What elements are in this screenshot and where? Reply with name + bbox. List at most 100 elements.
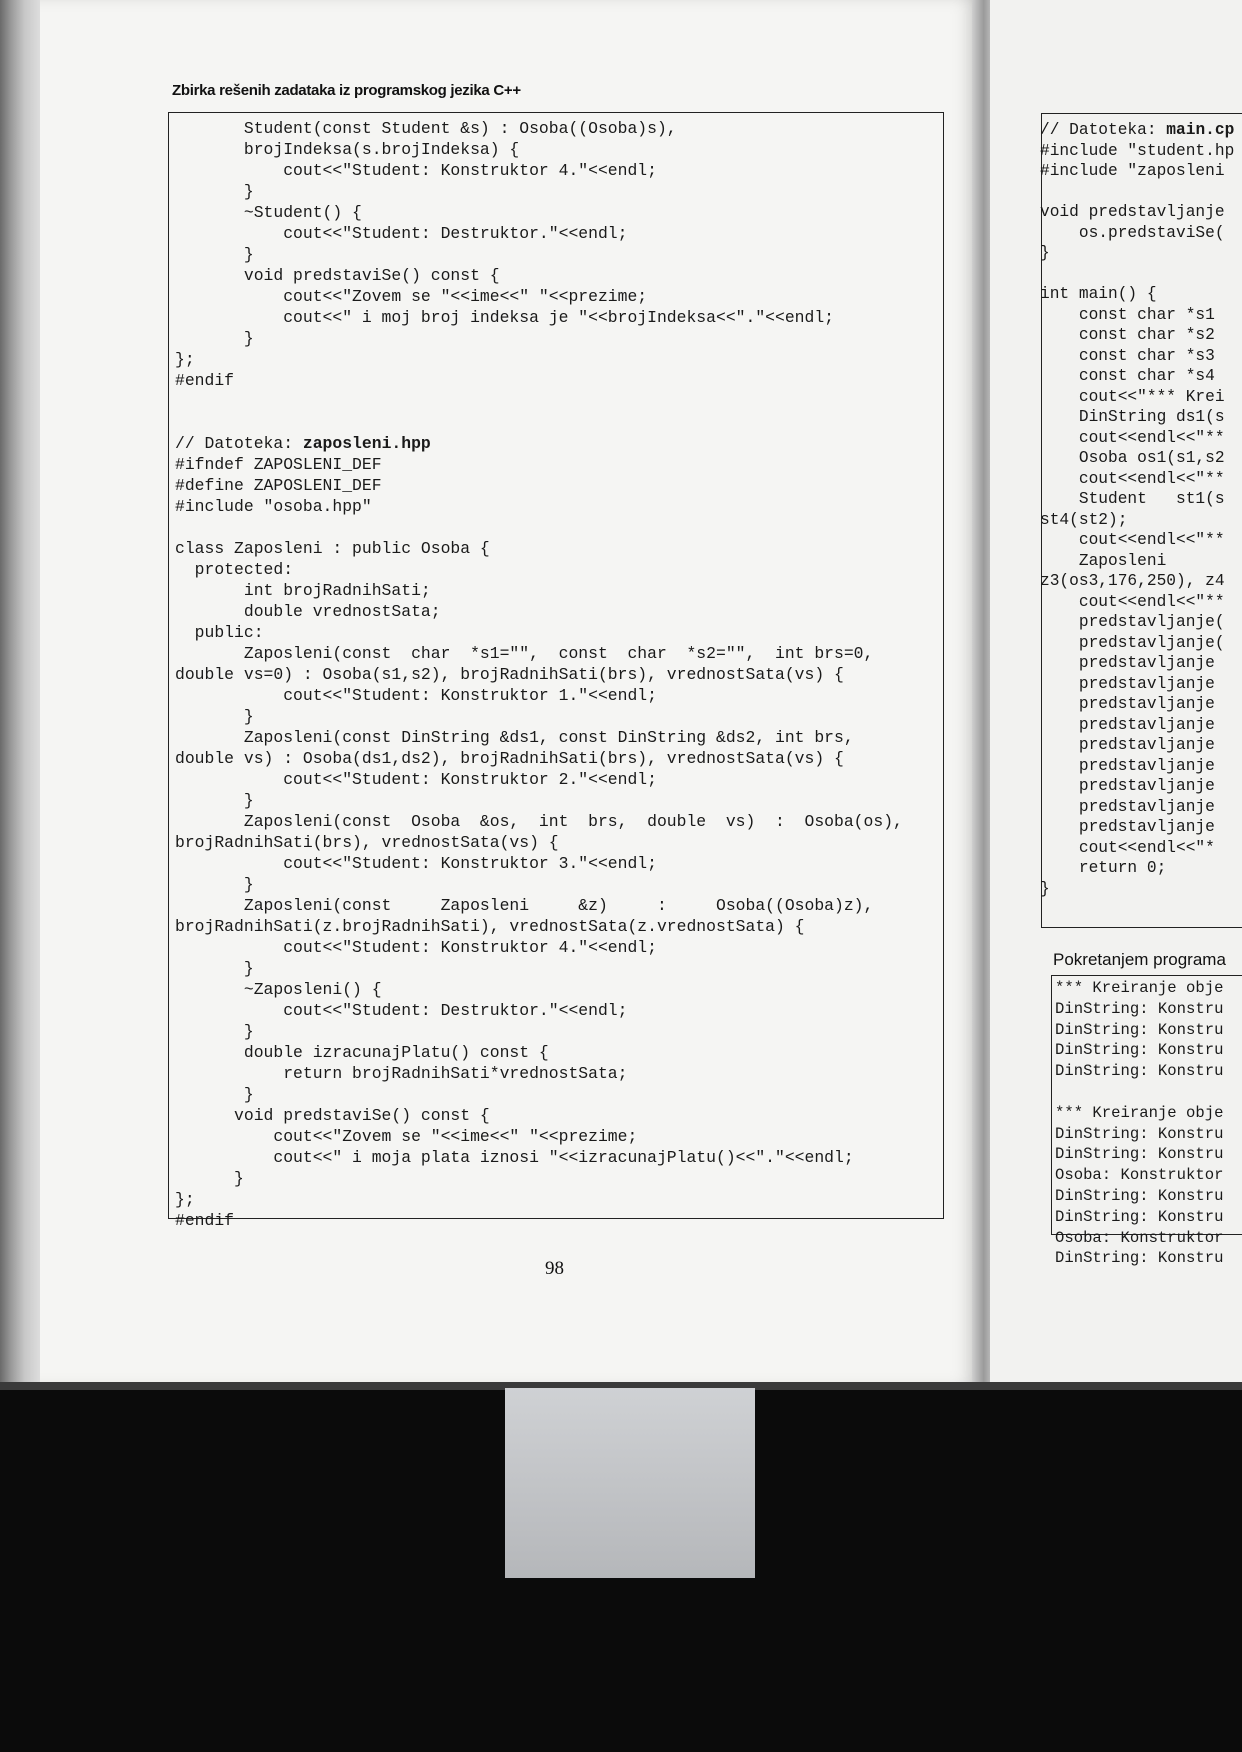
code-line: double izracunajPlatu() const { [175,1043,549,1062]
output-line: DinString: Konstru [1055,1041,1224,1060]
run-heading: Pokretanjem programa [1053,950,1226,969]
code-line: predstavljanje [1040,736,1215,754]
output-line: *** Kreiranje obje [1055,1103,1224,1122]
code-line: int brojRadnihSati; [175,581,431,600]
code-line: #endif [175,371,235,390]
code-line: predstavljanje [1040,756,1215,775]
code-line: cout<<" i moja plata iznosi "<<izracunaj… [175,1148,854,1167]
output-line: *** Kreiranje obje [1055,979,1224,997]
code-line: }; [175,1190,195,1209]
code-line: cout<<"Student: Destruktor."<<endl; [175,1001,628,1020]
code-line: // Datoteka: zaposleni.hpp [175,434,431,453]
code-line: } [1040,244,1050,262]
code-line: predstavljanje [1040,777,1215,795]
code-line: cout<<"Zovem se "<<ime<<" "<<prezime; [175,287,648,306]
code-line: st4(st2); [1040,510,1128,529]
code-line: cout<<"Student: Konstruktor 2."<<endl; [175,770,657,789]
code-line: const char *s3 [1040,346,1215,365]
file-name: zaposleni.hpp [302,434,431,453]
code-line: } [175,1022,254,1041]
code-line: }; [175,350,195,369]
code-line: } [175,329,254,348]
code-line: Zaposleni(const Osoba &os, int brs, doub… [175,812,903,831]
output-line: DinString: Konstru [1055,1124,1224,1143]
code-line: cout<<"Student: Destruktor."<<endl; [175,224,628,243]
code-line: cout<<" i moj broj indeksa je "<<brojInd… [175,308,835,327]
code-line: void predstaviSe() const { [175,266,500,285]
code-line: #include "student.hp [1040,141,1235,160]
code-line: cout<<endl<<"* [1040,838,1215,857]
code-line: predstavljanje [1040,674,1215,693]
code-line: cout<<endl<<"** [1040,592,1225,611]
code-line: cout<<"Student: Konstruktor 1."<<endl; [175,686,657,705]
code-line: void predstaviSe() const { [175,1106,490,1125]
code-line: } [175,791,254,810]
code-line: protected: [175,560,294,579]
output-line: DinString: Konstru [1055,999,1224,1018]
code-line: os.predstaviSe( [1040,223,1225,242]
output-line: DinString: Konstru [1055,1186,1224,1205]
code-line: } [1040,879,1050,898]
code-line: // Datoteka: main.cp [1040,121,1235,139]
code-line: double vs=0) : Osoba(s1,s2), brojRadnihS… [175,665,844,684]
output-line: Osoba: Konstruktor [1055,1166,1224,1185]
code-line: cout<<endl<<"** [1040,531,1225,549]
code-line: Zaposleni(const DinString &ds1, const Di… [175,728,854,747]
code-line: #ifndef ZAPOSLENI_DEF [175,455,382,474]
page-number: 98 [545,1258,564,1279]
code-listing-left: Student(const Student &s) : Osoba((Osoba… [175,118,903,1231]
code-line: predstavljanje( [1040,613,1225,631]
code-line: } [175,1169,244,1188]
code-line: public: [175,623,264,642]
code-line: } [175,182,254,201]
output-line: DinString: Konstru [1055,1062,1224,1081]
code-line: #endif [175,1211,235,1230]
code-line: Student(const Student &s) : Osoba((Osoba… [175,119,677,138]
code-line: cout<<"Student: Konstruktor 3."<<endl; [175,854,657,873]
code-line: } [175,245,254,264]
code-line: cout<<"Zovem se "<<ime<<" "<<prezime; [175,1127,638,1146]
output-line: DinString: Konstru [1055,1207,1224,1226]
code-line: brojRadnihSati(brs), vrednostSata(vs) { [175,833,559,852]
code-line: cout<<endl<<"** [1040,428,1225,447]
code-line: #include "osoba.hpp" [175,497,372,516]
book-header: Zbirka rešenih zadataka iz programskog j… [172,82,521,99]
output-line: Osoba: Konstruktor [1055,1228,1224,1247]
code-line: } [175,875,254,894]
code-line: Student st1(s [1040,490,1225,508]
code-line: Zaposleni(const Zaposleni &z) : Osoba((O… [175,896,874,915]
code-line: predstavljanje( [1040,633,1225,652]
file-name: main.cp [1166,121,1235,139]
code-line: cout<<endl<<"** [1040,469,1225,488]
code-listing-right: // Datoteka: main.cp #include "student.hp… [1040,120,1242,899]
code-line: return 0; [1040,859,1167,877]
code-line: const char *s2 [1040,326,1215,344]
scanner-block [505,1388,755,1578]
code-line: const char *s1 [1040,305,1215,324]
code-line: Zaposleni [1040,551,1167,570]
code-line: void predstavljanje [1040,203,1225,221]
code-line: DinString ds1(s [1040,408,1225,426]
output-line: DinString: Konstru [1055,1249,1224,1268]
code-line: predstavljanje [1040,654,1215,672]
code-line: Osoba os1(s1,s2 [1040,449,1225,467]
code-line: #include "zaposleni [1040,162,1225,180]
program-output: *** Kreiranje obje DinString: Konstru DinS… [1055,978,1242,1269]
code-line: return brojRadnihSati*vrednostSata; [175,1064,628,1083]
code-line: double vrednostSata; [175,602,441,621]
code-line: ~Zaposleni() { [175,980,382,999]
code-line: cout<<"Student: Konstruktor 4."<<endl; [175,938,657,957]
code-line: cout<<"Student: Konstruktor 4."<<endl; [175,161,657,180]
output-line: DinString: Konstru [1055,1145,1224,1164]
code-line: } [175,707,254,726]
code-line: predstavljanje [1040,818,1215,836]
code-line: } [175,1085,254,1104]
code-line: double vs) : Osoba(ds1,ds2), brojRadnihS… [175,749,844,768]
code-line: predstavljanje [1040,695,1215,713]
code-line: predstavljanje [1040,797,1215,816]
code-line: #define ZAPOSLENI_DEF [175,476,382,495]
output-line: DinString: Konstru [1055,1020,1224,1039]
